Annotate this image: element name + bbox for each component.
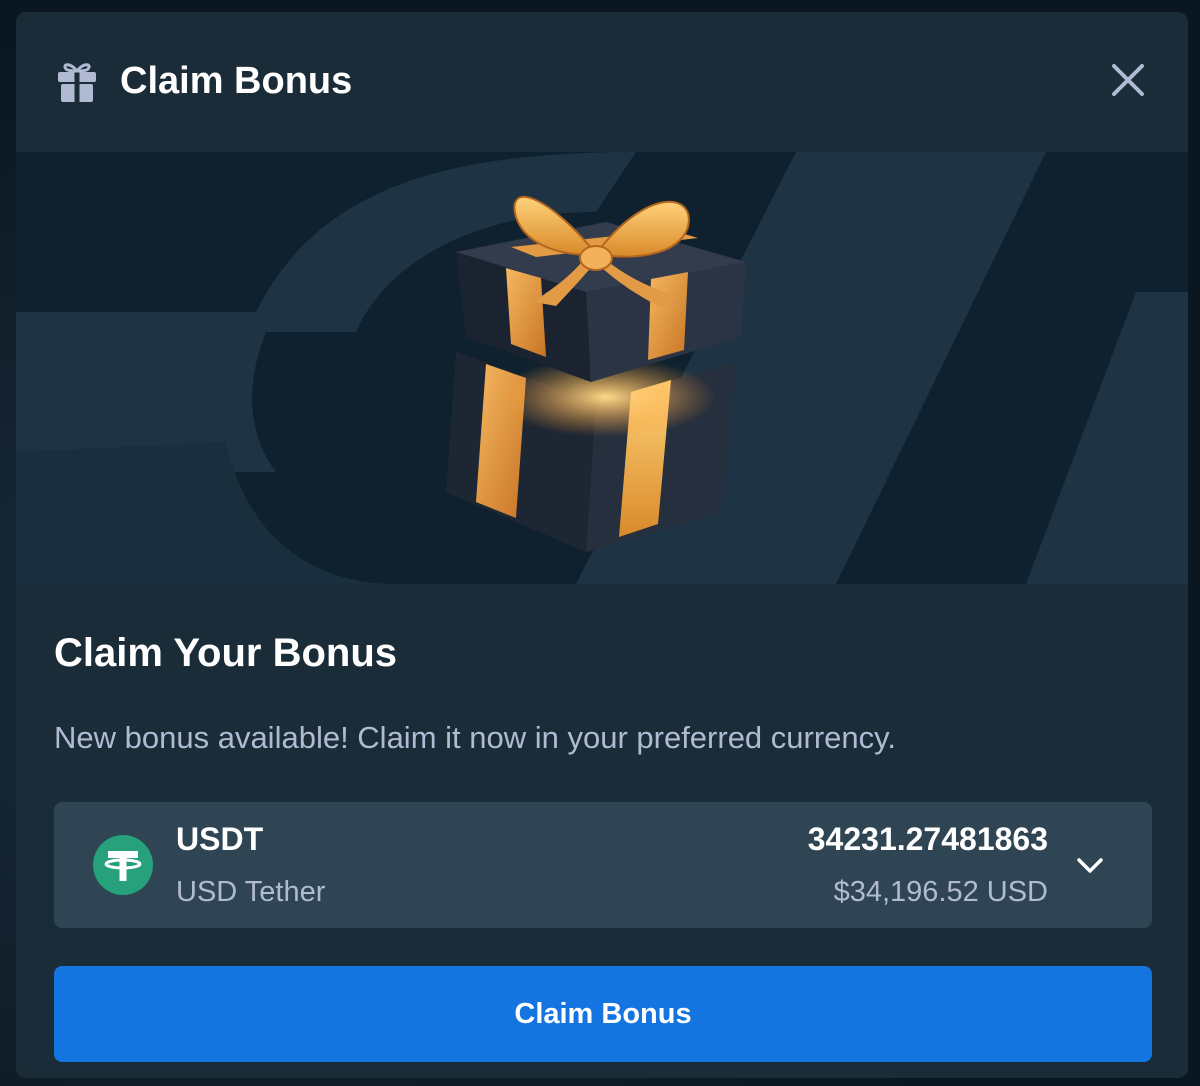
tether-icon xyxy=(93,835,153,895)
modal-title: Claim Bonus xyxy=(120,60,353,102)
close-icon[interactable] xyxy=(1108,60,1148,100)
currency-name: USD Tether xyxy=(176,876,326,908)
currency-amount: 34231.27481863 xyxy=(807,821,1048,857)
claim-bonus-button[interactable]: Claim Bonus xyxy=(54,966,1152,1062)
modal-content: Claim Your Bonus New bonus available! Cl… xyxy=(16,584,1188,1078)
modal-header: Claim Bonus xyxy=(16,12,1188,152)
chevron-down-icon[interactable] xyxy=(1074,850,1106,880)
currency-usd-value: $34,196.52 USD xyxy=(833,876,1048,908)
claim-bonus-button-label: Claim Bonus xyxy=(514,997,692,1030)
currency-select[interactable]: USDT USD Tether 34231.27481863 $34,196.5… xyxy=(54,802,1152,928)
gift-icon xyxy=(58,63,96,102)
currency-symbol: USDT xyxy=(176,821,264,857)
claim-bonus-modal: Claim Bonus Claim Your Bonus New bonus a… xyxy=(16,12,1188,1078)
gift-box-illustration xyxy=(446,195,746,552)
content-title: Claim Your Bonus xyxy=(54,631,398,675)
content-description: New bonus available! Claim it now in you… xyxy=(54,720,896,755)
hero-banner xyxy=(16,152,1188,584)
